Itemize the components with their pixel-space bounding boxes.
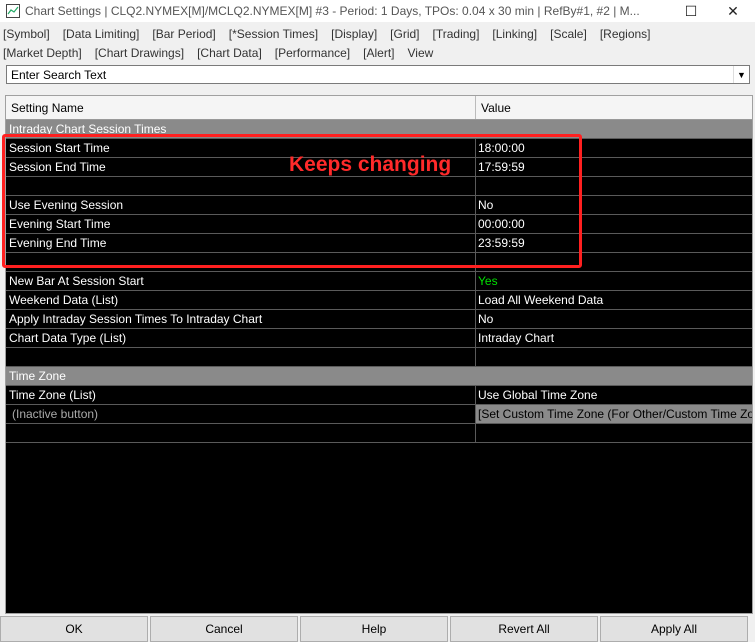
setting-value — [476, 348, 752, 366]
setting-name: Chart Data Type (List) — [6, 329, 476, 347]
tab-performance[interactable]: [Performance] — [275, 46, 350, 60]
table-row[interactable]: (Inactive button) [Set Custom Time Zone … — [6, 405, 752, 424]
setting-value[interactable]: Use Global Time Zone — [476, 386, 752, 404]
setting-name: Time Zone (List) — [6, 386, 476, 404]
maximize-button[interactable]: ☐ — [668, 0, 714, 22]
setting-name — [6, 348, 476, 366]
table-row[interactable]: Weekend Data (List) Load All Weekend Dat… — [6, 291, 752, 310]
setting-name: Apply Intraday Session Times To Intraday… — [6, 310, 476, 328]
tab-chart-drawings[interactable]: [Chart Drawings] — [95, 46, 184, 60]
app-icon — [6, 4, 20, 18]
set-custom-time-zone-button[interactable]: [Set Custom Time Zone (For Other/Custom … — [476, 405, 752, 423]
settings-tabs: [Symbol] [Data Limiting] [Bar Period] [*… — [0, 24, 755, 62]
tab-trading[interactable]: [Trading] — [433, 27, 480, 41]
table-row[interactable]: Chart Data Type (List) Intraday Chart — [6, 329, 752, 348]
setting-name: (Inactive button) — [6, 405, 476, 423]
title-bar: Chart Settings | CLQ2.NYMEX[M]/MCLQ2.NYM… — [0, 0, 755, 22]
apply-all-button[interactable]: Apply All — [600, 616, 748, 642]
search-input-text[interactable]: Enter Search Text — [7, 68, 733, 82]
tab-alert[interactable]: [Alert] — [363, 46, 394, 60]
tab-symbol[interactable]: [Symbol] — [3, 27, 50, 41]
setting-value[interactable]: Yes — [476, 272, 752, 290]
column-header-setting-name[interactable]: Setting Name — [6, 96, 476, 119]
tab-session-times[interactable]: [*Session Times] — [229, 27, 318, 41]
column-header-value[interactable]: Value — [476, 96, 752, 119]
tab-chart-data[interactable]: [Chart Data] — [197, 46, 262, 60]
setting-value[interactable]: No — [476, 310, 752, 328]
dialog-buttons: OK Cancel Help Revert All Apply All — [0, 616, 755, 642]
tab-display[interactable]: [Display] — [331, 27, 377, 41]
close-button[interactable]: ✕ — [710, 0, 755, 22]
setting-name: Weekend Data (List) — [6, 291, 476, 309]
setting-value — [476, 424, 752, 442]
table-row[interactable]: Time Zone (List) Use Global Time Zone — [6, 386, 752, 405]
tab-bar-period[interactable]: [Bar Period] — [152, 27, 215, 41]
tab-market-depth[interactable]: [Market Depth] — [3, 46, 82, 60]
search-input[interactable]: Enter Search Text ▼ — [6, 65, 750, 84]
ok-button[interactable]: OK — [0, 616, 148, 642]
window-title: Chart Settings | CLQ2.NYMEX[M]/MCLQ2.NYM… — [25, 4, 640, 18]
tab-linking[interactable]: [Linking] — [492, 27, 537, 41]
tab-scale[interactable]: [Scale] — [550, 27, 587, 41]
table-row — [6, 424, 752, 443]
section-header-time-zone[interactable]: Time Zone — [6, 367, 752, 386]
grid-header: Setting Name Value — [6, 96, 752, 120]
help-button[interactable]: Help — [300, 616, 448, 642]
cancel-button[interactable]: Cancel — [150, 616, 298, 642]
setting-value[interactable]: Load All Weekend Data — [476, 291, 752, 309]
setting-value[interactable]: Intraday Chart — [476, 329, 752, 347]
table-row[interactable]: New Bar At Session Start Yes — [6, 272, 752, 291]
annotation-label: Keeps changing — [289, 153, 452, 176]
table-row — [6, 348, 752, 367]
tab-grid[interactable]: [Grid] — [390, 27, 419, 41]
table-row[interactable]: Apply Intraday Session Times To Intraday… — [6, 310, 752, 329]
setting-name — [6, 424, 476, 442]
tab-data-limiting[interactable]: [Data Limiting] — [63, 27, 140, 41]
revert-all-button[interactable]: Revert All — [450, 616, 598, 642]
setting-name: New Bar At Session Start — [6, 272, 476, 290]
tab-view[interactable]: View — [408, 46, 434, 60]
tab-regions[interactable]: [Regions] — [600, 27, 651, 41]
chevron-down-icon[interactable]: ▼ — [733, 66, 749, 83]
section-label: Time Zone — [9, 369, 66, 383]
